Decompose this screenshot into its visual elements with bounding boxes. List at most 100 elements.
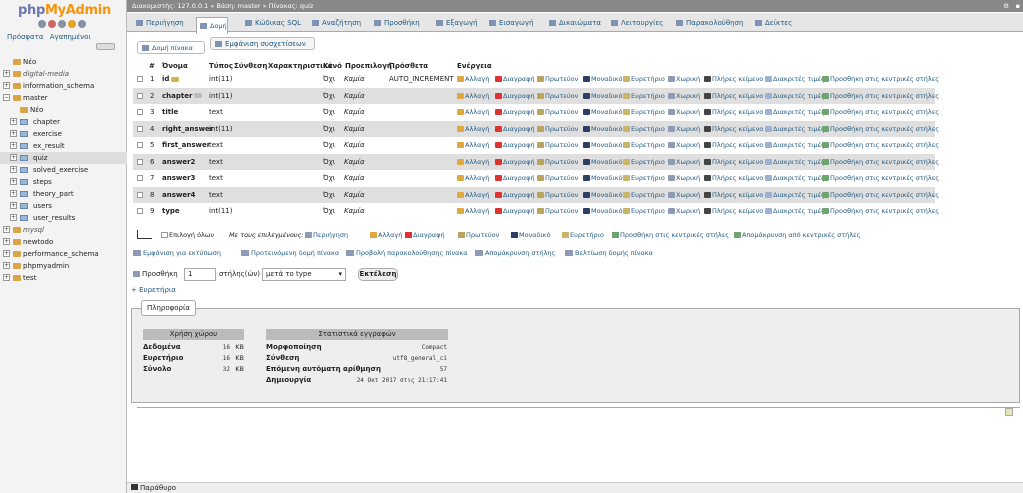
column-name[interactable]: title bbox=[162, 108, 178, 116]
tree-item-quiz[interactable]: + quiz bbox=[0, 152, 127, 164]
expand-icon[interactable]: − bbox=[3, 94, 10, 101]
indexes-link[interactable]: + Ευρετήρια bbox=[131, 286, 176, 294]
action-link[interactable]: Πλήρες κείμενο bbox=[704, 141, 763, 149]
action-link[interactable]: Ευρετήριο bbox=[623, 207, 665, 215]
action-link[interactable]: Αλλαγή bbox=[457, 191, 489, 199]
expand-icon[interactable]: + bbox=[10, 118, 17, 125]
action-link[interactable]: Χωρική bbox=[668, 125, 700, 133]
action-link[interactable]: Χωρική bbox=[668, 174, 700, 182]
tree-item-information_schema[interactable]: + information_schema bbox=[0, 80, 127, 92]
action-link[interactable]: Διακριτές τιμές bbox=[765, 92, 825, 100]
action-link[interactable]: Διακριτές τιμές bbox=[765, 108, 825, 116]
row-checkbox[interactable] bbox=[137, 125, 143, 132]
column-name[interactable]: answer2 bbox=[162, 158, 195, 166]
expand-icon[interactable]: + bbox=[3, 262, 10, 269]
action-link[interactable]: Χωρική bbox=[668, 191, 700, 199]
table-link[interactable]: Απομάκρυνση στήλης bbox=[475, 249, 555, 257]
bulk-action[interactable]: Προσθήκη στις κεντρικές στήλες bbox=[612, 231, 729, 239]
action-link[interactable]: Ευρετήριο bbox=[623, 125, 665, 133]
action-link[interactable]: Διαγραφή bbox=[495, 158, 535, 166]
action-link[interactable]: Ευρετήριο bbox=[623, 141, 665, 149]
expand-icon[interactable]: + bbox=[3, 274, 10, 281]
action-link[interactable]: Πλήρες κείμενο bbox=[704, 158, 763, 166]
check-all[interactable]: Επιλογή όλων bbox=[161, 231, 214, 239]
tab-1[interactable]: Δομή bbox=[196, 17, 228, 34]
action-link[interactable]: Προσθήκη στις κεντρικές στήλες bbox=[822, 92, 939, 100]
tab-3[interactable]: Αναζήτηση bbox=[309, 15, 361, 31]
action-link[interactable]: Διαγραφή bbox=[495, 92, 535, 100]
action-link[interactable]: Πρωτεύον bbox=[537, 108, 578, 116]
action-link[interactable]: Χωρική bbox=[668, 92, 700, 100]
action-link[interactable]: Ευρετήριο bbox=[623, 174, 665, 182]
bulk-action[interactable]: Απομάκρυνση από κεντρικές στήλες bbox=[734, 231, 860, 239]
action-link[interactable]: Προσθήκη στις κεντρικές στήλες bbox=[822, 174, 939, 182]
help-icon[interactable] bbox=[58, 20, 66, 28]
tree-item-ex_result[interactable]: + ex_result bbox=[0, 140, 127, 152]
execute-button[interactable]: Εκτέλεση bbox=[358, 268, 398, 281]
column-name[interactable]: type bbox=[162, 207, 180, 215]
console-toggle[interactable]: Παράθυρο bbox=[131, 484, 176, 492]
action-link[interactable]: Χωρική bbox=[668, 207, 700, 215]
action-link[interactable]: Ευρετήριο bbox=[623, 158, 665, 166]
tab-favorites[interactable]: Αγαπημένοι bbox=[50, 33, 91, 41]
expand-icon[interactable]: + bbox=[3, 250, 10, 257]
table-link[interactable]: Βελτίωση δομής πίνακα bbox=[565, 249, 653, 257]
tab-10[interactable]: Δείκτες bbox=[752, 15, 792, 31]
action-link[interactable]: Πλήρες κείμενο bbox=[704, 75, 763, 83]
action-link[interactable]: Διακριτές τιμές bbox=[765, 75, 825, 83]
bulk-action[interactable]: Μοναδικό bbox=[511, 231, 550, 239]
action-link[interactable]: Διακριτές τιμές bbox=[765, 141, 825, 149]
action-link[interactable]: Αλλαγή bbox=[457, 108, 489, 116]
bulk-action[interactable]: Περιήγηση bbox=[305, 231, 348, 239]
collapse-all-button[interactable] bbox=[96, 43, 115, 50]
action-link[interactable]: Πρωτεύον bbox=[537, 75, 578, 83]
bulk-action[interactable]: Πρωτεύον bbox=[458, 231, 499, 239]
expand-icon[interactable]: + bbox=[10, 166, 17, 173]
action-link[interactable]: Προσθήκη στις κεντρικές στήλες bbox=[822, 191, 939, 199]
tree-item-digital-media[interactable]: + digital-media bbox=[0, 68, 127, 80]
action-link[interactable]: Πρωτεύον bbox=[537, 191, 578, 199]
action-link[interactable]: Χωρική bbox=[668, 108, 700, 116]
expand-icon[interactable]: + bbox=[3, 70, 10, 77]
expand-icon[interactable]: + bbox=[10, 178, 17, 185]
row-checkbox[interactable] bbox=[137, 158, 143, 165]
action-link[interactable]: Διαγραφή bbox=[495, 207, 535, 215]
action-link[interactable]: Χωρική bbox=[668, 158, 700, 166]
action-link[interactable]: Διακριτές τιμές bbox=[765, 207, 825, 215]
action-link[interactable]: Προσθήκη στις κεντρικές στήλες bbox=[822, 125, 939, 133]
position-select[interactable]: μετά το type ▾ bbox=[262, 268, 346, 281]
tree-item-user_results[interactable]: + user_results bbox=[0, 212, 127, 224]
expand-icon[interactable]: + bbox=[3, 238, 10, 245]
tree-item-solved_exercise[interactable]: + solved_exercise bbox=[0, 164, 127, 176]
expand-icon[interactable]: + bbox=[10, 190, 17, 197]
minimize-icon[interactable]: ▪ bbox=[1016, 0, 1020, 12]
action-link[interactable]: Αλλαγή bbox=[457, 174, 489, 182]
action-link[interactable]: Μοναδικό bbox=[583, 92, 622, 100]
tab-2[interactable]: Κώδικας SQL bbox=[242, 15, 301, 31]
action-link[interactable]: Πρωτεύον bbox=[537, 92, 578, 100]
action-link[interactable]: Αλλαγή bbox=[457, 92, 489, 100]
expand-icon[interactable]: + bbox=[10, 142, 17, 149]
table-link[interactable]: Προβολή παρακολούθησης πίνακα bbox=[346, 249, 468, 257]
tab-6[interactable]: Εισαγωγή bbox=[486, 15, 533, 31]
tree-item-theory_part[interactable]: + theory_part bbox=[0, 188, 127, 200]
action-link[interactable]: Διαγραφή bbox=[495, 108, 535, 116]
tree-item-master[interactable]: − master bbox=[0, 92, 127, 104]
column-count-input[interactable]: 1 bbox=[184, 268, 216, 281]
action-link[interactable]: Προσθήκη στις κεντρικές στήλες bbox=[822, 158, 939, 166]
table-link[interactable]: Προτεινόμενη δομή πίνακα bbox=[241, 249, 339, 257]
column-name[interactable]: answer4 bbox=[162, 191, 195, 199]
breadcrumb-text[interactable]: Διακομιστής: 127.0.0.1 » Βάση: master » … bbox=[132, 2, 313, 10]
logout-icon[interactable] bbox=[48, 20, 56, 28]
bulk-action[interactable]: Ευρετήριο bbox=[562, 231, 604, 239]
expand-icon[interactable]: + bbox=[10, 202, 17, 209]
action-link[interactable]: Πρωτεύον bbox=[537, 125, 578, 133]
row-checkbox[interactable] bbox=[137, 76, 143, 82]
action-link[interactable]: Μοναδικό bbox=[583, 191, 622, 199]
action-link[interactable]: Χωρική bbox=[668, 141, 700, 149]
expand-icon[interactable]: + bbox=[10, 214, 17, 221]
tab-5[interactable]: Εξαγωγή bbox=[433, 15, 478, 31]
action-link[interactable]: Πλήρες κείμενο bbox=[704, 174, 763, 182]
check-all-checkbox[interactable] bbox=[161, 232, 168, 238]
action-link[interactable]: Ευρετήριο bbox=[623, 191, 665, 199]
